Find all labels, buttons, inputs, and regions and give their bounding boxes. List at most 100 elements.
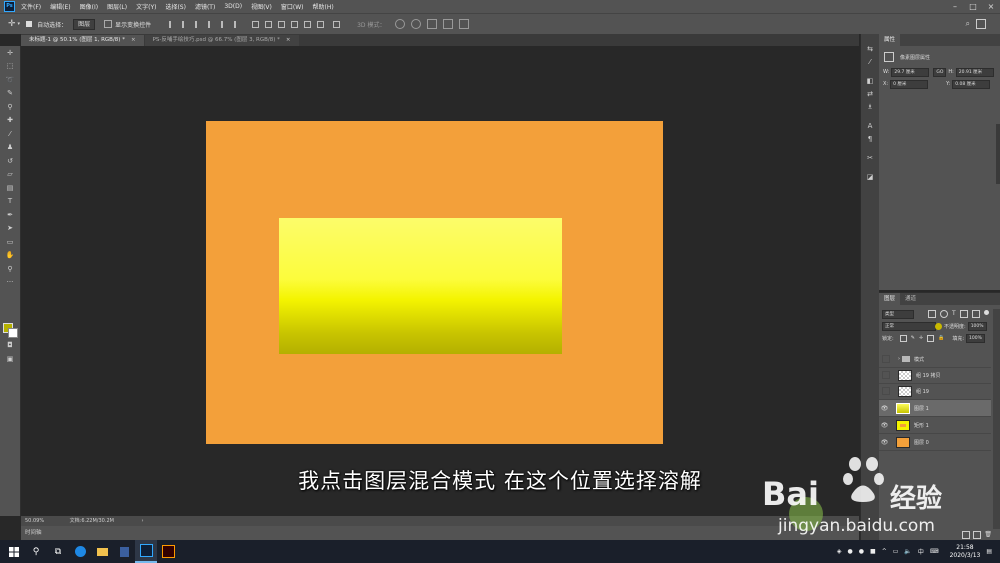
- type-tool-icon[interactable]: T: [0, 195, 20, 209]
- styles-panel-icon[interactable]: ⇄: [861, 87, 879, 100]
- layers-scrollbar[interactable]: [993, 309, 1000, 529]
- menu-view[interactable]: 视图(V): [251, 2, 272, 11]
- chevron-down-icon[interactable]: ▾: [18, 21, 21, 27]
- eye-icon[interactable]: 👁: [879, 405, 890, 412]
- keyboard-icon[interactable]: ⌨: [930, 548, 939, 555]
- opacity-field[interactable]: 100%: [967, 321, 987, 331]
- filter-type-icon[interactable]: T: [952, 310, 956, 318]
- menu-help[interactable]: 帮助(H): [313, 2, 334, 11]
- close-icon[interactable]: ×: [286, 37, 291, 43]
- distribute-center-icon[interactable]: [304, 20, 312, 28]
- 3d-orbit-icon[interactable]: [395, 19, 406, 29]
- libraries-panel-icon[interactable]: ♗: [861, 100, 879, 113]
- layer-filter-dropdown[interactable]: 类型: [882, 309, 914, 319]
- timeline-label[interactable]: 时间轴: [25, 530, 42, 536]
- zoom-tool-icon[interactable]: ⚲: [0, 262, 20, 276]
- lock-position-icon[interactable]: ✛: [919, 335, 923, 342]
- move-tool-icon[interactable]: ✛: [8, 19, 16, 29]
- edge-browser-icon[interactable]: [69, 540, 91, 563]
- 3d-drag-icon[interactable]: [427, 19, 438, 29]
- close-icon[interactable]: ×: [982, 0, 1000, 13]
- filter-shape-icon[interactable]: [959, 310, 968, 318]
- history-brush-icon[interactable]: ↺: [0, 154, 20, 168]
- align-left-icon[interactable]: [169, 20, 176, 28]
- hand-tool-icon[interactable]: ✋: [0, 249, 20, 263]
- 3d-roll-icon[interactable]: [411, 19, 422, 29]
- workspace-icon[interactable]: [976, 19, 986, 29]
- lock-artboard-icon[interactable]: [927, 334, 935, 342]
- shape-tool-icon[interactable]: ▭: [0, 235, 20, 249]
- stamp-tool-icon[interactable]: ♟: [0, 141, 20, 155]
- align-bottom-icon[interactable]: [234, 20, 241, 28]
- quick-mask-icon[interactable]: ◘: [0, 338, 20, 352]
- wechat-icon[interactable]: ●: [848, 548, 853, 555]
- distribute-right-icon[interactable]: [317, 20, 325, 28]
- gradient-rectangle-layer[interactable]: [279, 218, 562, 354]
- tray-app-icon[interactable]: ■: [870, 548, 876, 555]
- marquee-tool-icon[interactable]: ⬚: [0, 60, 20, 74]
- distribute-middle-icon[interactable]: [265, 20, 273, 28]
- x-field[interactable]: 0 厘米: [890, 79, 929, 89]
- lock-all-icon[interactable]: 🔒: [938, 335, 944, 342]
- align-center-icon[interactable]: [182, 20, 189, 28]
- more-tools-icon[interactable]: ···: [0, 276, 20, 290]
- visibility-toggle[interactable]: [882, 387, 890, 395]
- y-field[interactable]: 0.08 厘米: [952, 79, 991, 89]
- filter-toggle-icon[interactable]: [983, 310, 989, 315]
- maximize-icon[interactable]: □: [964, 0, 982, 13]
- 3d-slide-icon[interactable]: [443, 19, 454, 29]
- width-field[interactable]: 29.7 厘米: [891, 67, 930, 77]
- paragraph-panel-icon[interactable]: ¶: [861, 132, 879, 145]
- menu-type[interactable]: 文字(Y): [136, 2, 156, 11]
- task-view-icon[interactable]: ⧉: [47, 540, 69, 563]
- distribute-left-icon[interactable]: [291, 20, 299, 28]
- pen-tool-icon[interactable]: ✒: [0, 208, 20, 222]
- history-panel-icon[interactable]: ⇆: [861, 42, 879, 55]
- eye-icon[interactable]: 👁: [879, 422, 890, 429]
- layer-row[interactable]: 组 19 拷贝: [879, 367, 991, 384]
- menu-3d[interactable]: 3D(D): [224, 3, 242, 10]
- background-color-swatch[interactable]: [8, 328, 18, 338]
- file-explorer-icon[interactable]: [91, 540, 113, 563]
- layer-row-selected[interactable]: 👁 图层 1: [879, 400, 991, 417]
- quick-select-tool-icon[interactable]: ✎: [0, 87, 20, 101]
- screen-mode-icon[interactable]: ▣: [0, 352, 20, 366]
- navigator-panel-icon[interactable]: ◪: [861, 170, 879, 183]
- layer-row[interactable]: 👁 图层 0: [879, 434, 991, 451]
- auto-select-dropdown[interactable]: 图层: [73, 18, 96, 30]
- distribute-top-icon[interactable]: [252, 20, 260, 28]
- close-icon[interactable]: ×: [131, 37, 136, 43]
- layer-row[interactable]: 👁 矩形 1: [879, 417, 991, 434]
- clock[interactable]: 21:58 2020/3/13: [950, 544, 981, 560]
- menu-file[interactable]: 文件(F): [21, 2, 41, 11]
- distribute-bottom-icon[interactable]: [278, 20, 286, 28]
- filter-adjustment-icon[interactable]: [940, 310, 948, 318]
- eye-icon[interactable]: 👁: [879, 439, 890, 446]
- input-language[interactable]: 中: [918, 547, 924, 556]
- tab-document-2[interactable]: PS-反哺手绘技巧.psd @ 66.7% (图层 3, RGB/8) * ×: [144, 35, 299, 46]
- antivirus-icon[interactable]: ◈: [837, 548, 842, 555]
- windows-start-icon[interactable]: [3, 540, 25, 563]
- adjustments-panel-icon[interactable]: ◧: [861, 74, 879, 87]
- volume-icon[interactable]: 🔈: [904, 548, 911, 555]
- notifications-icon[interactable]: ▤: [986, 548, 992, 555]
- chevron-right-icon[interactable]: ›: [898, 356, 900, 362]
- eyedropper-tool-icon[interactable]: ⚲: [0, 100, 20, 114]
- photoshop-taskbar-icon[interactable]: [135, 540, 157, 563]
- tool-presets-icon[interactable]: ✂: [861, 151, 879, 164]
- filter-pixel-icon[interactable]: [928, 310, 936, 318]
- layer-row[interactable]: › 模式: [879, 351, 991, 368]
- menu-layer[interactable]: 图层(L): [107, 2, 127, 11]
- brush-tool-icon[interactable]: ⁄: [0, 127, 20, 141]
- filter-smart-object-icon[interactable]: [971, 310, 980, 318]
- show-transform-checkbox[interactable]: [104, 20, 113, 28]
- eraser-tool-icon[interactable]: ▱: [0, 168, 20, 182]
- 3d-scale-icon[interactable]: [459, 19, 470, 29]
- chevron-up-icon[interactable]: ^: [882, 548, 887, 555]
- search-icon[interactable]: ⚲: [25, 540, 47, 563]
- path-select-icon[interactable]: ➤: [0, 222, 20, 236]
- minimize-icon[interactable]: –: [946, 0, 964, 13]
- move-tool-icon[interactable]: ✛: [0, 46, 20, 60]
- link-icon[interactable]: GO: [933, 67, 947, 77]
- lasso-tool-icon[interactable]: ➰: [0, 73, 20, 87]
